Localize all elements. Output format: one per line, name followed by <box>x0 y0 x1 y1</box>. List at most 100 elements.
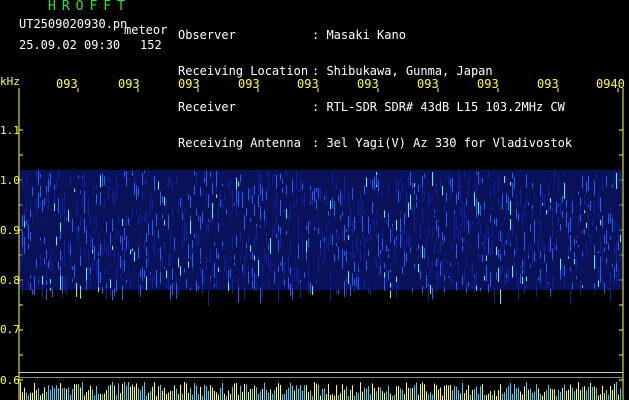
signal-streak <box>236 235 237 248</box>
noise-bar <box>574 391 575 400</box>
signal-streak <box>602 276 603 287</box>
signal-streak <box>496 271 497 280</box>
signal-streak <box>620 227 621 236</box>
signal-streak <box>574 252 575 258</box>
noise-bar <box>356 391 357 400</box>
signal-streak <box>560 223 561 231</box>
signal-streak <box>310 283 311 292</box>
signal-streak <box>216 194 217 199</box>
signal-streak <box>378 180 379 192</box>
signal-streak <box>456 244 457 259</box>
noise-bar <box>158 386 159 400</box>
noise-bar <box>182 393 183 400</box>
signal-streak <box>346 250 347 262</box>
signal-streak <box>446 199 447 202</box>
signal-streak <box>30 200 31 211</box>
signal-streak <box>292 275 293 288</box>
signal-streak <box>194 185 195 196</box>
signal-streak <box>384 210 385 218</box>
signal-streak <box>474 277 475 293</box>
noise-bar <box>154 382 155 400</box>
noise-bar <box>174 385 175 400</box>
noise-bar <box>186 383 187 400</box>
signal-streak <box>314 216 315 222</box>
signal-streak <box>328 238 329 251</box>
signal-streak <box>206 255 207 270</box>
signal-streak <box>62 255 63 265</box>
signal-streak <box>50 283 51 289</box>
signal-streak <box>452 177 453 193</box>
signal-streak <box>238 181 239 187</box>
noise-bar <box>502 393 503 400</box>
signal-streak <box>384 263 385 269</box>
signal-streak <box>458 171 459 187</box>
signal-streak <box>214 262 215 278</box>
signal-streak <box>448 174 449 178</box>
signal-streak <box>582 175 583 189</box>
signal-streak <box>250 251 251 260</box>
signal-streak <box>388 182 389 195</box>
signal-streak <box>54 188 55 204</box>
signal-streak <box>148 223 149 235</box>
noise-bar <box>270 389 271 400</box>
signal-streak <box>132 207 133 215</box>
signal-streak <box>170 252 171 266</box>
signal-streak <box>290 205 291 220</box>
signal-streak <box>606 175 607 187</box>
signal-streak <box>152 277 153 289</box>
signal-streak <box>578 245 579 248</box>
signal-streak <box>138 247 139 259</box>
signal-streak <box>576 276 577 280</box>
noise-bar <box>588 386 589 400</box>
signal-streak <box>90 273 91 288</box>
signal-streak <box>506 202 507 218</box>
signal-streak <box>406 189 407 205</box>
noise-bar <box>306 385 307 400</box>
signal-streak <box>264 209 265 221</box>
signal-streak <box>618 266 619 282</box>
noise-bar <box>336 385 337 400</box>
signal-streak <box>254 234 255 247</box>
noise-bar <box>302 391 303 400</box>
signal-streak <box>350 222 351 228</box>
noise-bar <box>218 394 219 400</box>
echo-signal-band <box>20 170 622 306</box>
signal-streak <box>48 260 49 268</box>
signal-streak <box>296 195 297 199</box>
signal-streak <box>246 248 247 259</box>
signal-streak <box>46 280 47 285</box>
signal-streak <box>170 285 171 300</box>
signal-streak <box>330 200 331 210</box>
noise-bar <box>606 389 607 400</box>
noise-bar <box>320 395 321 400</box>
signal-streak <box>488 251 489 255</box>
signal-streak <box>190 249 191 261</box>
noise-bar <box>362 391 363 400</box>
signal-streak <box>572 282 573 290</box>
signal-streak <box>304 194 305 207</box>
signal-streak <box>454 224 455 240</box>
signal-streak <box>376 174 377 185</box>
signal-streak <box>90 216 91 226</box>
noise-bar <box>58 388 59 400</box>
noise-bar <box>296 385 297 400</box>
signal-streak <box>36 198 37 213</box>
signal-streak <box>46 192 47 201</box>
signal-streak <box>94 227 95 235</box>
signal-streak <box>212 265 213 272</box>
noise-bar <box>146 395 147 400</box>
signal-streak <box>280 262 281 266</box>
signal-streak <box>238 213 239 216</box>
signal-streak <box>238 191 239 207</box>
signal-streak <box>70 258 71 269</box>
signal-streak <box>154 175 155 191</box>
signal-streak <box>344 224 345 241</box>
signal-streak <box>424 173 425 178</box>
signal-streak <box>62 198 63 212</box>
signal-streak <box>588 176 589 191</box>
signal-streak <box>32 218 33 223</box>
signal-streak <box>340 215 341 221</box>
signal-streak <box>36 258 37 268</box>
signal-streak <box>598 250 599 254</box>
signal-streak <box>432 259 433 268</box>
